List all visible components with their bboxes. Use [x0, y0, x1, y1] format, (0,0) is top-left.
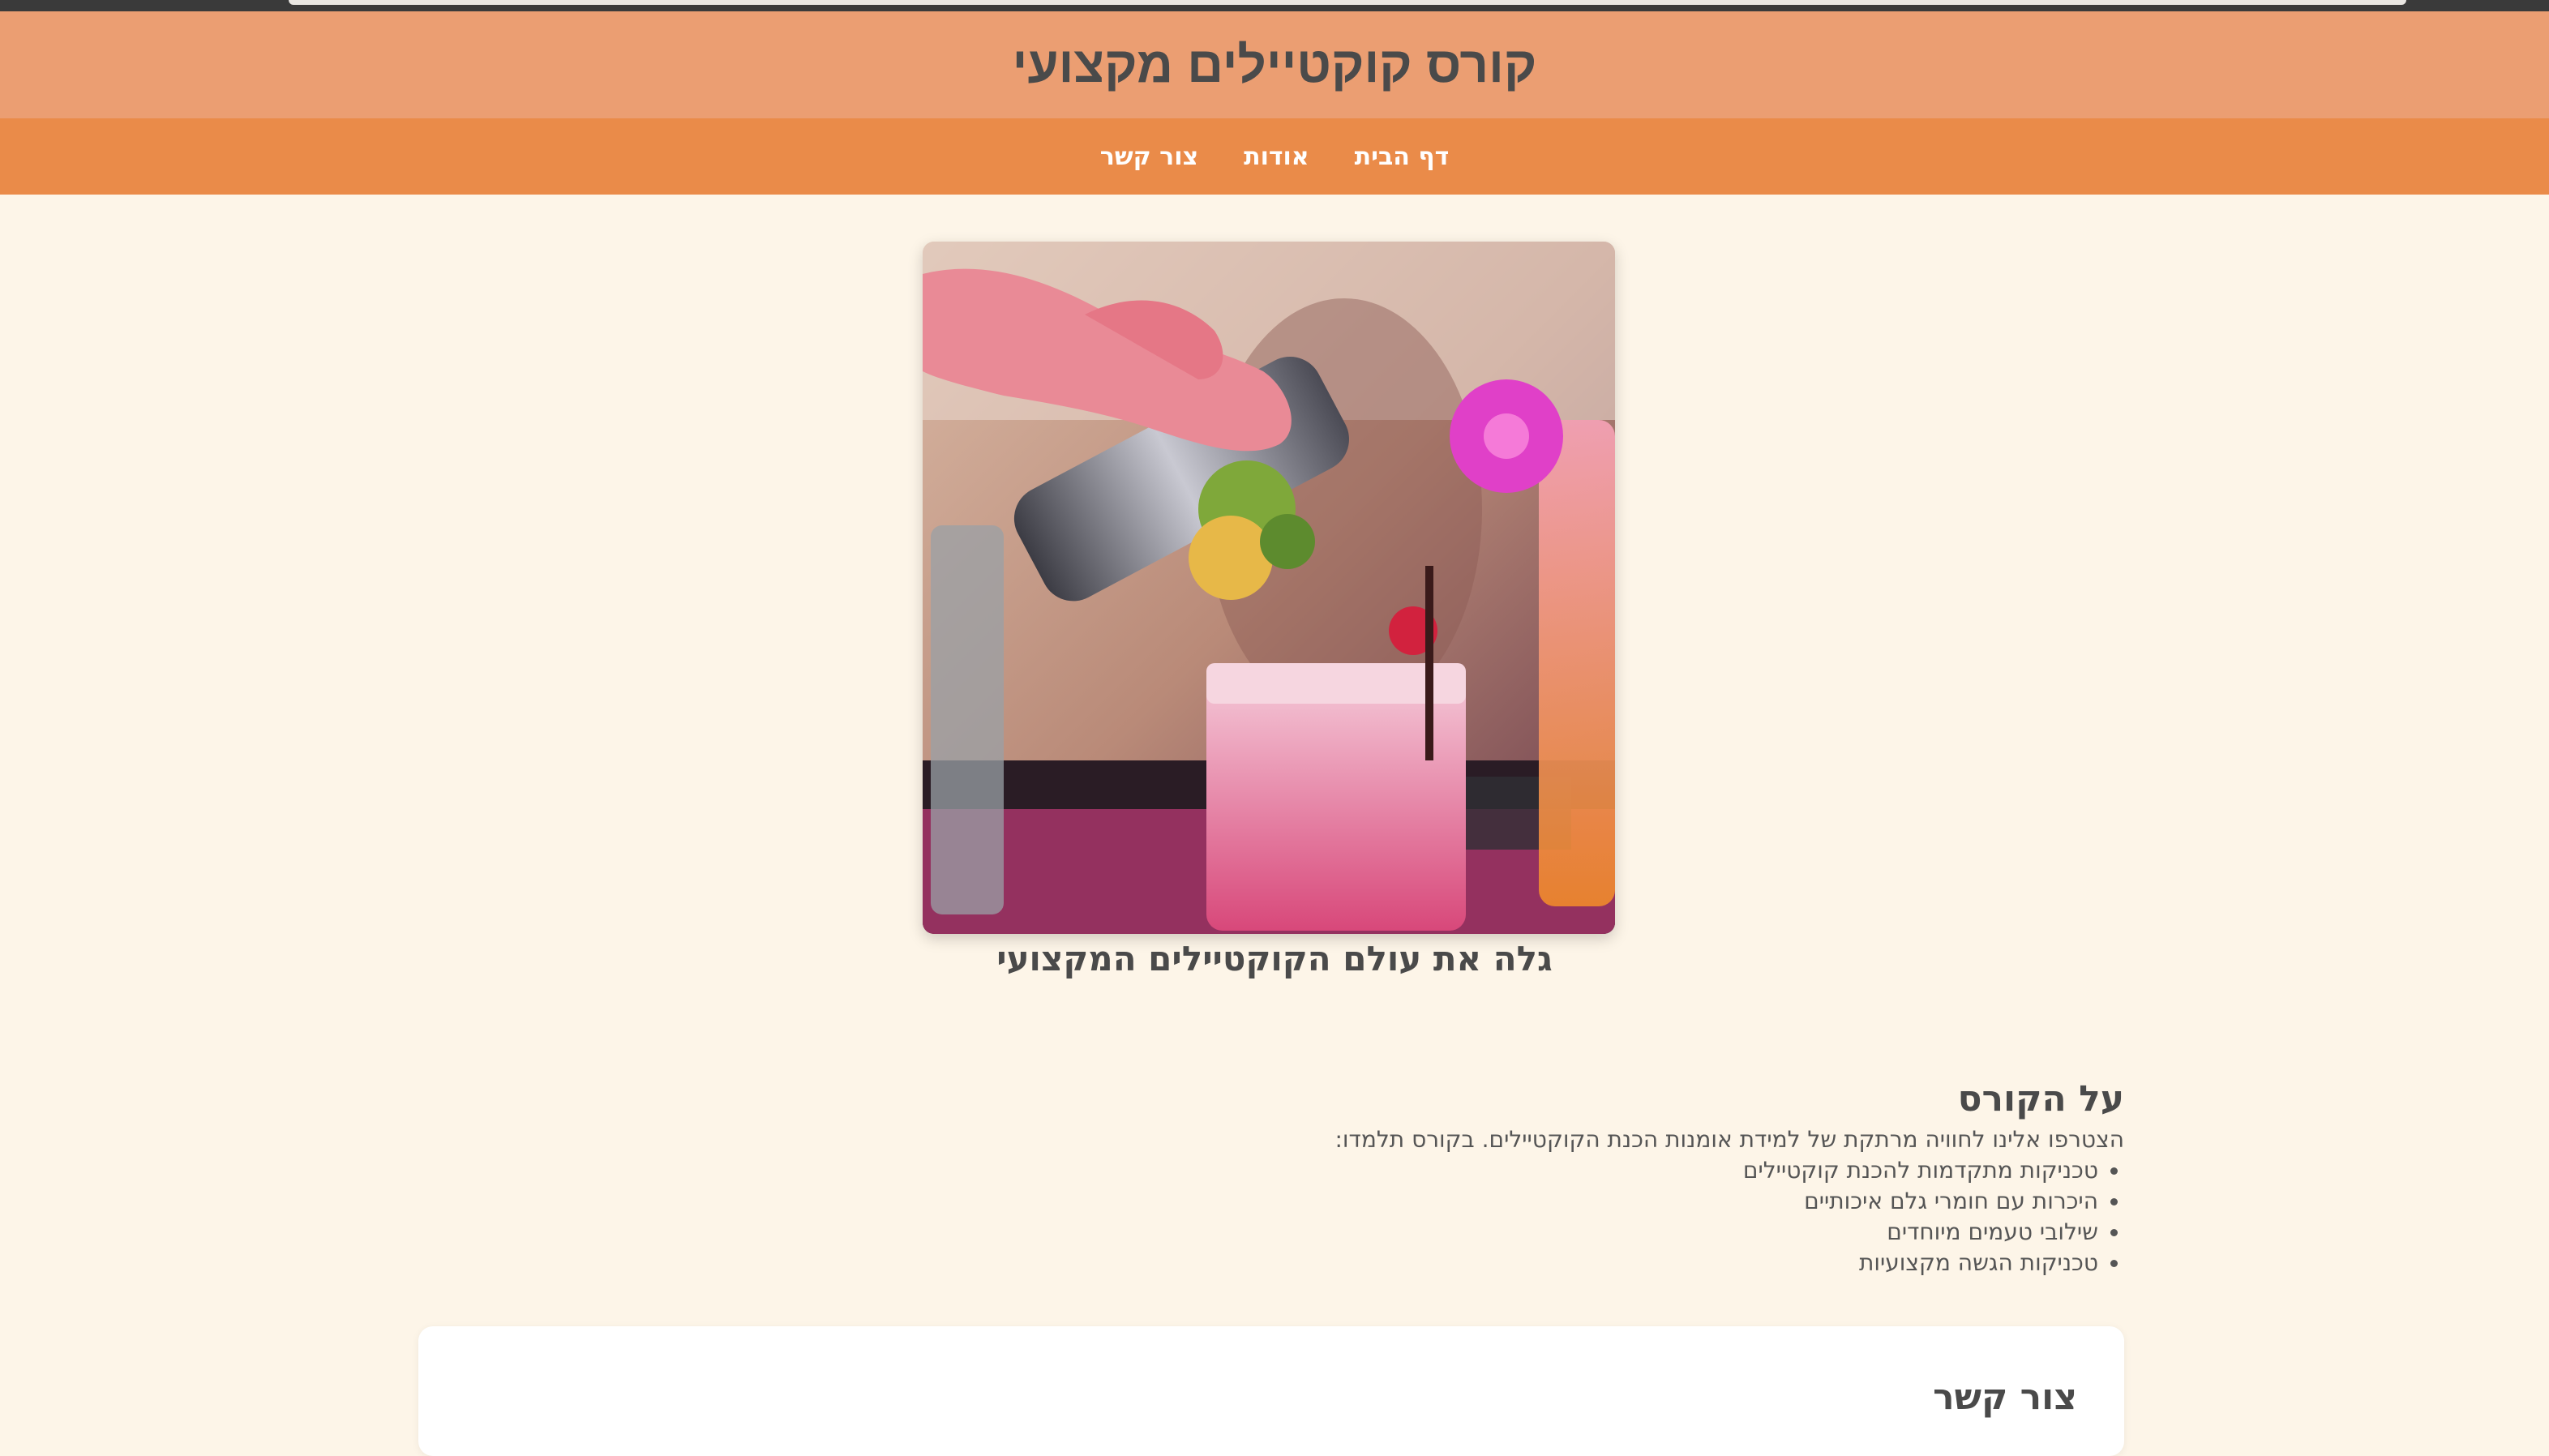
list-item: היכרות עם חומרי גלם איכותיים [1216, 1186, 2098, 1217]
about-list: טכניקות מתקדמות להכנת קוקטיילים היכרות ע… [1216, 1155, 2124, 1278]
list-item: טכניקות מתקדמות להכנת קוקטיילים [1216, 1155, 2098, 1186]
nav-link-home[interactable]: דף הבית [1355, 143, 1450, 171]
list-item: שילובי טעמים מיוחדים [1216, 1217, 2098, 1248]
about-intro: הצטרפו אלינו לחוויה מרתקת של למידת אומנו… [1334, 1126, 2124, 1153]
contact-title: צור קשר [1933, 1377, 2077, 1418]
hero-image [923, 242, 1615, 934]
address-bar-edge [289, 0, 2406, 5]
about-title: על הקורס [1957, 1078, 2124, 1120]
nav-link-contact[interactable]: צור קשר [1100, 143, 1198, 171]
nav-link-about[interactable]: אודות [1244, 143, 1309, 171]
hero-caption: גלה את עולם הקוקטיילים המקצועי [996, 939, 1553, 979]
main-nav: דף הבית אודות צור קשר [0, 118, 2549, 195]
list-item: טכניקות הגשה מקצועיות [1216, 1248, 2098, 1278]
site-title: קורס קוקטיילים מקצועי [1012, 36, 1537, 93]
contact-section: צור קשר [418, 1326, 2124, 1456]
about-section: על הקורס הצטרפו אלינו לחוויה מרתקת של למ… [1216, 1078, 2124, 1278]
site-header: קורס קוקטיילים מקצועי [0, 11, 2549, 118]
browser-top-bar [0, 0, 2549, 11]
